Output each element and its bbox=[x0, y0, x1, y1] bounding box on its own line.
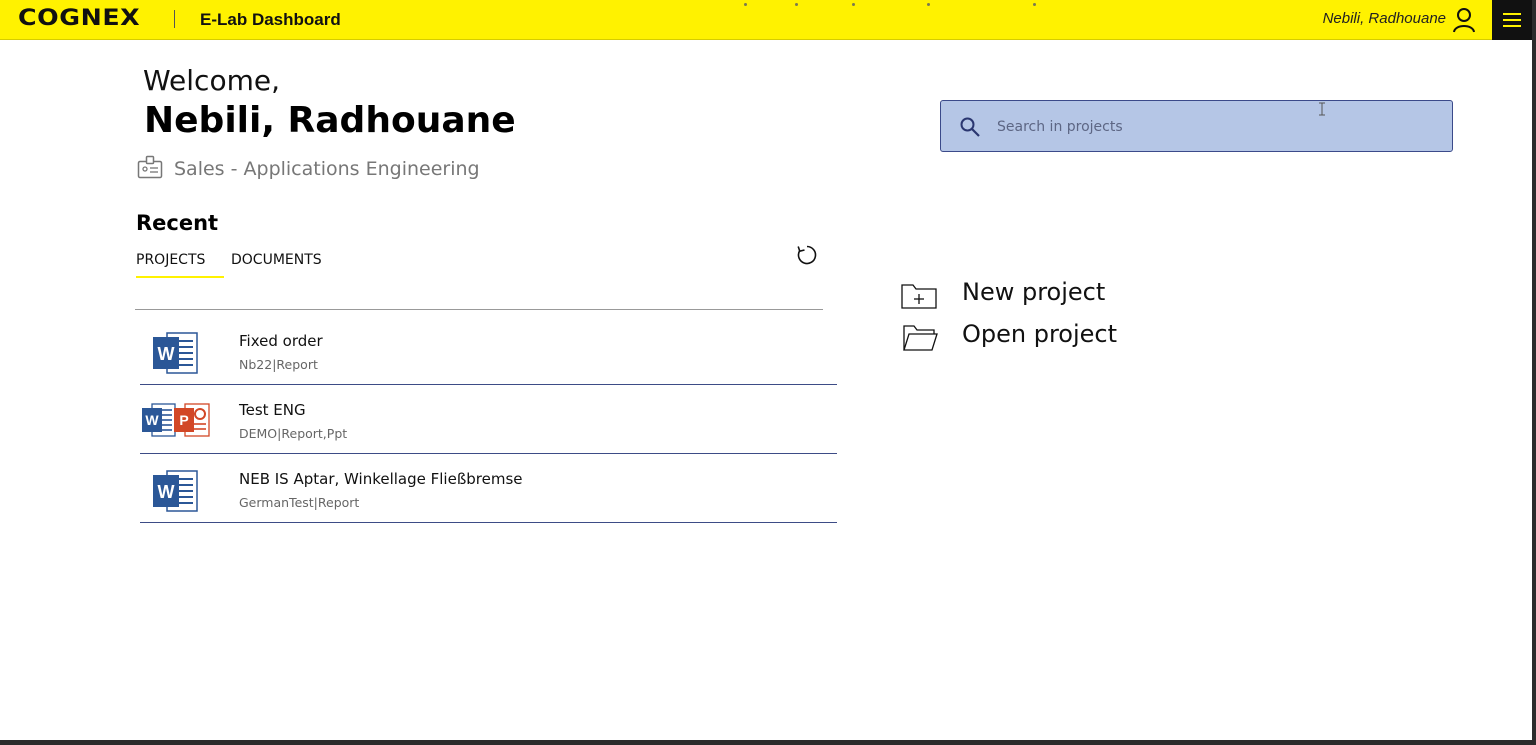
brand-logo[interactable]: COGNEX bbox=[18, 6, 140, 31]
file-type-icons: W bbox=[140, 316, 230, 384]
tabs-divider bbox=[135, 309, 823, 310]
project-meta: GermanTest|Report bbox=[239, 495, 360, 510]
new-project-label: New project bbox=[962, 278, 1106, 306]
list-item[interactable]: W Fixed order Nb22|Report bbox=[140, 316, 837, 385]
word-icon: W bbox=[153, 332, 198, 374]
project-title: NEB IS Aptar, Winkellage Fließbremse bbox=[239, 470, 523, 488]
hamburger-menu-button[interactable] bbox=[1492, 0, 1532, 40]
project-meta: Nb22|Report bbox=[239, 357, 318, 372]
search-box[interactable] bbox=[940, 100, 1453, 152]
powerpoint-icon: P bbox=[174, 403, 210, 437]
project-code: DEMO bbox=[239, 426, 278, 441]
search-icon bbox=[960, 117, 980, 137]
dot bbox=[744, 3, 747, 6]
project-title: Fixed order bbox=[239, 332, 323, 350]
project-code: Nb22 bbox=[239, 357, 273, 372]
text-cursor-icon bbox=[1319, 102, 1325, 116]
search-input[interactable] bbox=[997, 115, 1417, 139]
word-icon: W bbox=[153, 470, 198, 512]
app-title: E-Lab Dashboard bbox=[200, 10, 341, 29]
svg-text:W: W bbox=[158, 482, 175, 502]
file-type-icons: W P bbox=[140, 385, 230, 453]
project-code: GermanTest bbox=[239, 495, 314, 510]
project-types: Report bbox=[276, 357, 318, 372]
welcome-user-name: Nebili, Radhouane bbox=[144, 100, 516, 141]
hamburger-line bbox=[1503, 25, 1521, 27]
refresh-icon[interactable] bbox=[795, 243, 819, 267]
hamburger-line bbox=[1503, 19, 1521, 21]
window-border-bottom bbox=[0, 740, 1536, 745]
progress-dots bbox=[0, 3, 1100, 9]
open-folder-icon bbox=[903, 325, 938, 351]
svg-text:P: P bbox=[179, 412, 188, 428]
dot bbox=[852, 3, 855, 6]
top-bar: COGNEX E-Lab Dashboard Nebili, Radhouane bbox=[0, 0, 1532, 40]
user-icon[interactable] bbox=[1452, 7, 1476, 33]
dot bbox=[795, 3, 798, 6]
id-badge-icon bbox=[137, 155, 163, 179]
welcome-greeting: Welcome, bbox=[143, 64, 280, 97]
window-border-right bbox=[1532, 0, 1536, 745]
list-item[interactable]: W NEB IS Aptar, Winkellage Fließbremse G… bbox=[140, 454, 837, 523]
project-meta: DEMO|Report,Ppt bbox=[239, 426, 348, 441]
file-type-icons: W bbox=[140, 454, 230, 522]
brand-separator bbox=[174, 10, 175, 28]
recent-projects-list: W Fixed order Nb22|Report W P Test ENG D… bbox=[140, 316, 837, 523]
dot bbox=[1033, 3, 1036, 6]
tab-documents[interactable]: DOCUMENTS bbox=[231, 252, 322, 276]
recent-heading: Recent bbox=[136, 211, 219, 235]
new-folder-icon bbox=[901, 284, 937, 309]
open-project-label: Open project bbox=[962, 320, 1118, 348]
svg-text:W: W bbox=[158, 344, 175, 364]
tab-projects[interactable]: PROJECTS bbox=[136, 252, 224, 278]
project-title: Test ENG bbox=[239, 401, 306, 419]
dot bbox=[927, 3, 930, 6]
list-item[interactable]: W P Test ENG DEMO|Report,Ppt bbox=[140, 385, 837, 454]
department-label: Sales - Applications Engineering bbox=[174, 158, 480, 180]
project-types: Report bbox=[317, 495, 360, 510]
hamburger-line bbox=[1503, 13, 1521, 15]
user-name[interactable]: Nebili, Radhouane bbox=[1323, 10, 1446, 27]
svg-text:W: W bbox=[145, 412, 159, 428]
project-types: Report,Ppt bbox=[281, 426, 348, 441]
word-icon: W bbox=[142, 403, 176, 437]
app-window: COGNEX E-Lab Dashboard Nebili, Radhouane… bbox=[0, 0, 1536, 745]
